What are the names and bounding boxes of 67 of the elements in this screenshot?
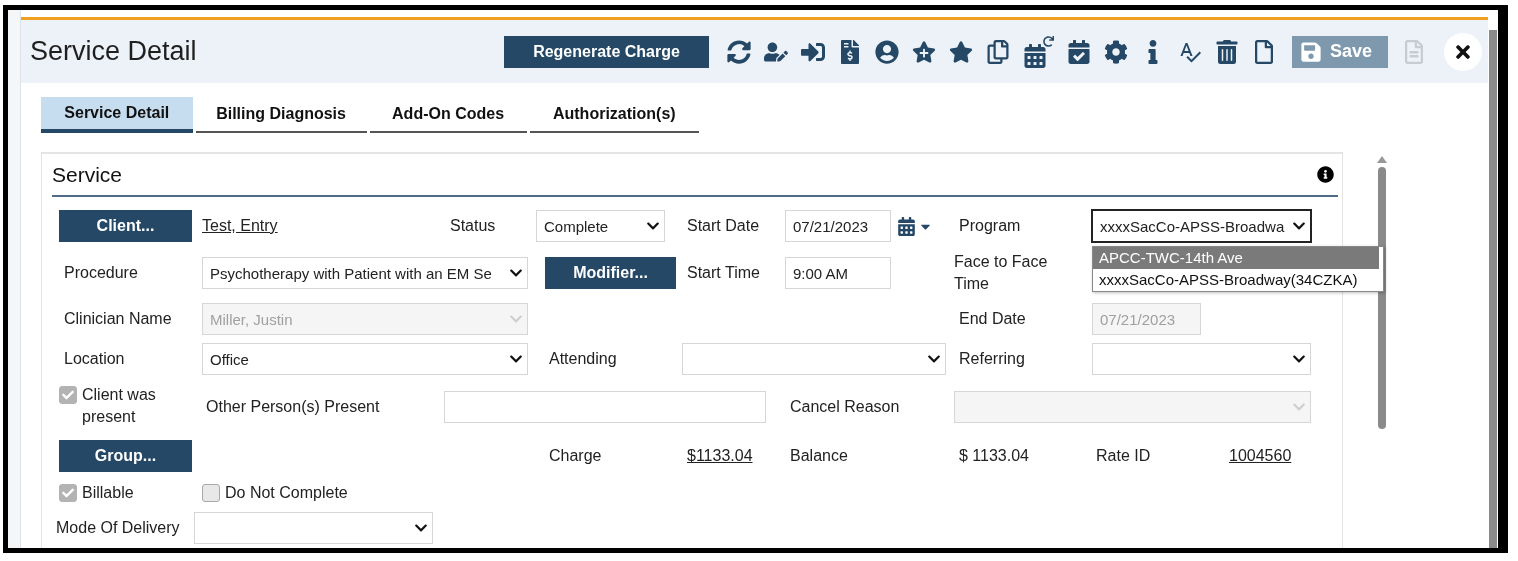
- tab[interactable]: Billing Diagnosis: [195, 97, 367, 133]
- dropdown-option[interactable]: xxxxSacCo-APSS-Broadway(34CZKA): [1093, 269, 1379, 291]
- info-icon[interactable]: [1317, 166, 1334, 183]
- field-label: Attending: [549, 349, 617, 369]
- client-button[interactable]: Client...: [59, 210, 192, 242]
- document-icon[interactable]: [1252, 39, 1276, 64]
- checkbox-label: Billable: [82, 483, 134, 503]
- link[interactable]: 1004560: [1229, 447, 1292, 465]
- settings-icon[interactable]: [1104, 39, 1128, 64]
- star-plus-icon[interactable]: [912, 39, 936, 64]
- save-icon: [1300, 40, 1322, 63]
- field-label: Location: [64, 349, 125, 369]
- link[interactable]: $1133.04: [687, 447, 753, 465]
- field-label: Program: [959, 216, 1021, 236]
- field-label: End Date: [959, 309, 1026, 329]
- tab[interactable]: Authorization(s): [529, 97, 699, 133]
- calendar-refresh-icon[interactable]: [1023, 35, 1054, 68]
- select-field[interactable]: [1092, 343, 1311, 375]
- input-field[interactable]: 9:00 AM: [785, 257, 891, 289]
- field-label: Rate ID: [1096, 446, 1151, 466]
- input-field[interactable]: [444, 391, 766, 423]
- select-field[interactable]: [194, 512, 433, 544]
- field-label: $ 1133.04: [959, 446, 1029, 466]
- section-title: Service: [52, 162, 123, 187]
- select-field[interactable]: Psychotherapy with Patient with an EM Se: [202, 257, 528, 289]
- tab[interactable]: Add-On Codes: [369, 97, 527, 133]
- field-label: Start Date: [687, 216, 760, 236]
- window-title: Service Detail: [30, 36, 198, 67]
- date-field[interactable]: 07/21/2023: [785, 210, 891, 242]
- invoice-icon[interactable]: [838, 39, 862, 64]
- trash-icon[interactable]: [1215, 39, 1239, 64]
- field-label: Charge: [549, 446, 602, 466]
- checkbox[interactable]: [59, 386, 77, 404]
- select-field[interactable]: xxxxSacCo-APSS-Broadwa: [1092, 210, 1311, 242]
- tab[interactable]: Service Detail: [41, 97, 193, 133]
- checkbox[interactable]: [59, 484, 77, 502]
- select-field[interactable]: [682, 343, 946, 375]
- field-label: Mode Of Delivery: [56, 518, 180, 538]
- field-label: Cancel Reason: [790, 397, 900, 417]
- link[interactable]: Test, Entry: [202, 217, 278, 235]
- field-label: Balance: [790, 446, 848, 466]
- checkbox-label: Do Not Complete: [225, 483, 348, 503]
- field-label: Clinician Name: [64, 309, 172, 329]
- user-edit-icon[interactable]: [764, 39, 788, 64]
- scrollbar-thumb[interactable]: [1378, 167, 1386, 429]
- dropdown-option[interactable]: APCC-TWC-14th Ave: [1093, 247, 1379, 269]
- checkbox-label: Client was present: [82, 385, 157, 427]
- field-label: Face to Face Time: [954, 252, 1049, 294]
- field-label: Procedure: [64, 263, 138, 283]
- calendar-check-icon[interactable]: [1067, 39, 1091, 64]
- scroll-up-icon[interactable]: [1377, 156, 1387, 163]
- copy-icon[interactable]: [986, 39, 1010, 64]
- field-label: Referring: [959, 349, 1025, 369]
- refresh-icon[interactable]: [727, 39, 751, 64]
- regenerate-charge-button[interactable]: Regenerate Charge: [504, 35, 709, 68]
- select-field[interactable]: Complete: [536, 210, 665, 242]
- scrollbar-thumb[interactable]: [1489, 30, 1497, 548]
- star-icon[interactable]: [949, 39, 973, 64]
- checkbox[interactable]: [202, 484, 220, 502]
- field-label: Status: [450, 216, 496, 236]
- client-button[interactable]: Group...: [59, 440, 192, 472]
- select-field[interactable]: Office: [202, 343, 528, 375]
- client-button[interactable]: Modifier...: [545, 257, 676, 289]
- field-label: Other Person(s) Present: [206, 397, 380, 417]
- field-label: Start Time: [687, 263, 760, 283]
- close-button[interactable]: [1444, 32, 1482, 71]
- calendar-icon[interactable]: [897, 216, 916, 236]
